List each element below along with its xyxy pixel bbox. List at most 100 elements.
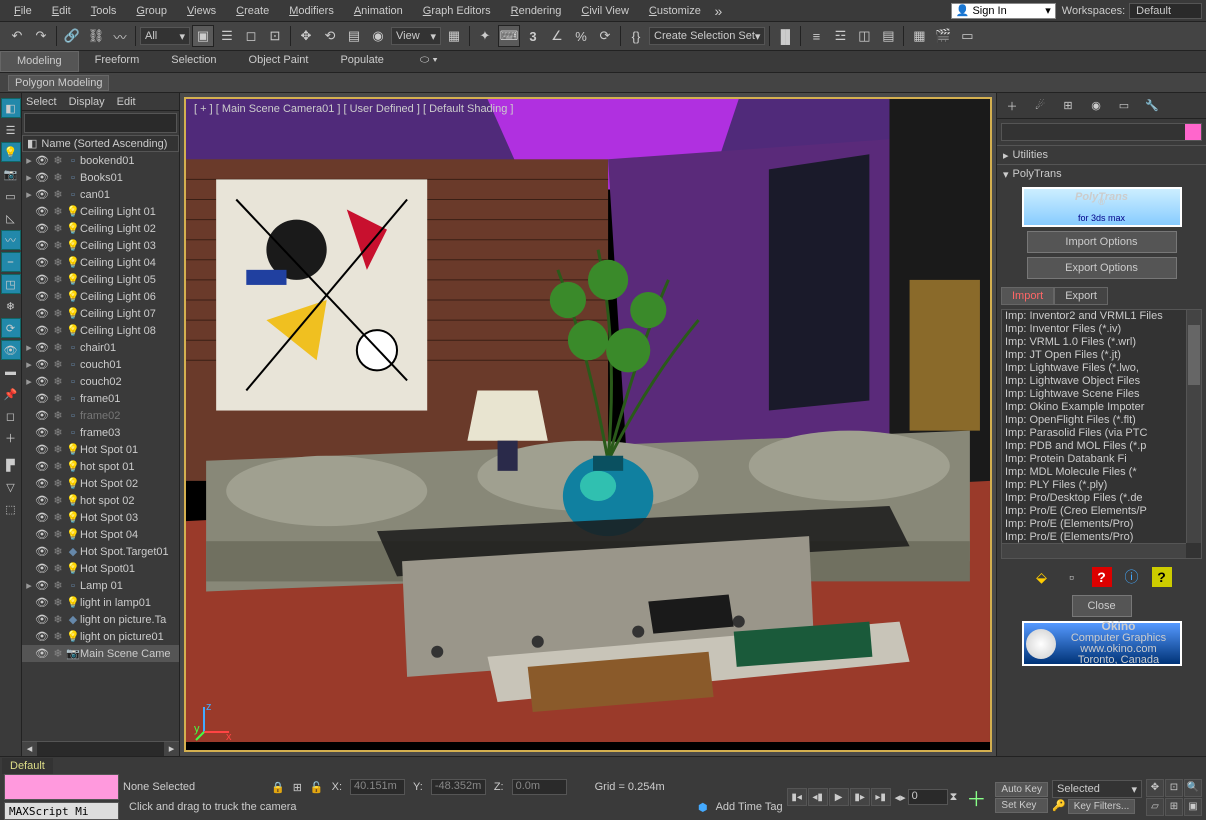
scene-item[interactable]: 👁❄💡Ceiling Light 06 xyxy=(22,288,179,305)
lock-icon[interactable]: ⬚ xyxy=(1,499,21,519)
scene-item[interactable]: 👁❄💡light on picture01 xyxy=(22,628,179,645)
menu-create[interactable]: Create xyxy=(226,3,279,19)
scene-item[interactable]: ▸👁❄▫bookend01 xyxy=(22,152,179,169)
goto-start-button[interactable]: ▮◂ xyxy=(787,788,807,806)
filter-icon[interactable]: ▽ xyxy=(1,477,21,497)
scene-item[interactable]: 👁❄💡Hot Spot 02 xyxy=(22,475,179,492)
isolate-icon[interactable]: ⊞ xyxy=(293,781,302,794)
ribbon-tab-freeform[interactable]: Freeform xyxy=(79,51,156,72)
setkey-button[interactable]: Set Key xyxy=(995,798,1048,813)
scene-item[interactable]: 👁❄💡Hot Spot 03 xyxy=(22,509,179,526)
window-crossing-button[interactable]: ⊡ xyxy=(264,25,286,47)
scene-item[interactable]: 👁❄▫frame03 xyxy=(22,424,179,441)
okino-banner[interactable]: OkinoComputer Graphicswww.okino.comToron… xyxy=(1022,621,1182,666)
sign-in-button[interactable]: 👤 Sign In ▾ xyxy=(951,3,1056,19)
manipulate-button[interactable]: ✦ xyxy=(474,25,496,47)
import-format-item[interactable]: Imp: VRML 1.0 Files (*.wrl) xyxy=(1002,336,1201,349)
export-options-button[interactable]: Export Options xyxy=(1027,257,1177,279)
key-filters-button[interactable]: Key Filters... xyxy=(1068,799,1136,814)
scene-item[interactable]: 👁❄💡Hot Spot 01 xyxy=(22,441,179,458)
import-format-item[interactable]: Imp: JT Open Files (*.jt) xyxy=(1002,349,1201,362)
color-swatch[interactable] xyxy=(1185,124,1201,140)
time-config-icon[interactable]: ⧗ xyxy=(950,791,958,804)
scene-item[interactable]: 👁❄💡Hot Spot 04 xyxy=(22,526,179,543)
pivot-center-button[interactable]: ▦ xyxy=(443,25,465,47)
menu-overflow-icon[interactable]: » xyxy=(711,3,726,19)
import-format-item[interactable]: Imp: Pro/E (Elements/Pro) xyxy=(1002,518,1201,531)
curves-button[interactable]: ◫ xyxy=(853,25,875,47)
scene-item[interactable]: 👁❄◆Hot Spot.Target01 xyxy=(22,543,179,560)
import-format-item[interactable]: Imp: Lightwave Object Files xyxy=(1002,375,1201,388)
scene-item[interactable]: ▸👁❄▫Lamp 01 xyxy=(22,577,179,594)
light-icon[interactable]: 💡 xyxy=(1,142,21,162)
menu-rendering[interactable]: Rendering xyxy=(501,3,572,19)
viewport-label[interactable]: [ + ] [ Main Scene Camera01 ] [ User Def… xyxy=(194,103,513,115)
scene-menu-display[interactable]: Display xyxy=(69,96,105,108)
z-coord-input[interactable]: 0.0m xyxy=(512,779,567,795)
scene-column-header[interactable]: ◧Name (Sorted Ascending) xyxy=(22,135,179,152)
zoom-extents-button[interactable]: ⊡ xyxy=(1165,779,1183,797)
key-filters-icon[interactable]: 🔑 xyxy=(1052,799,1066,814)
selection-filter-dropdown[interactable]: All▾ xyxy=(140,27,190,45)
refresh-icon[interactable]: ⟳ xyxy=(1,318,21,338)
ribbon-tab-object-paint[interactable]: Object Paint xyxy=(233,51,325,72)
rect-region-button[interactable]: ◻ xyxy=(240,25,262,47)
hide-cat-icon[interactable]: ◻ xyxy=(1,406,21,426)
set-key-big-button[interactable]: ＋ xyxy=(961,782,991,812)
key-selected-dropdown[interactable]: Selected▾ xyxy=(1052,780,1142,798)
import-format-item[interactable]: Imp: Inventor2 and VRML1 Files xyxy=(1002,310,1201,323)
next-frame-button[interactable]: ▮▸ xyxy=(850,788,870,806)
scene-item[interactable]: 👁❄💡hot spot 01 xyxy=(22,458,179,475)
scene-search-input[interactable] xyxy=(24,113,177,133)
scene-item[interactable]: 👁❄◆light on picture.Ta xyxy=(22,611,179,628)
snaps-toggle-button[interactable]: 3 xyxy=(522,25,544,47)
scene-item[interactable]: 👁❄💡Hot Spot01 xyxy=(22,560,179,577)
time-tag-icon[interactable]: ⬢ xyxy=(698,801,708,814)
edit-named-sel-button[interactable]: {} xyxy=(625,25,647,47)
select-by-name-button[interactable]: ☰ xyxy=(216,25,238,47)
import-format-item[interactable]: Imp: OpenFlight Files (*.flt) xyxy=(1002,414,1201,427)
scene-item[interactable]: 👁❄💡Ceiling Light 01 xyxy=(22,203,179,220)
pin-icon[interactable]: 📌 xyxy=(1,384,21,404)
section-polytrans[interactable]: ▾PolyTrans xyxy=(997,165,1206,183)
scene-item[interactable]: 👁❄💡Ceiling Light 07 xyxy=(22,305,179,322)
x-coord-input[interactable]: 40.151m xyxy=(350,779,405,795)
import-format-item[interactable]: Imp: Pro/E (Creo Elements/P xyxy=(1002,505,1201,518)
scene-menu-edit[interactable]: Edit xyxy=(117,96,136,108)
scene-item[interactable]: 👁❄▫frame01 xyxy=(22,390,179,407)
eye-icon[interactable]: 👁 xyxy=(1,340,21,360)
close-button[interactable]: Close xyxy=(1072,595,1132,617)
lock-selection-icon[interactable]: 🔒 xyxy=(271,781,285,794)
viewport[interactable]: [ + ] [ Main Scene Camera01 ] [ User Def… xyxy=(184,97,992,752)
keyboard-shortcut-button[interactable]: ⌨ xyxy=(498,25,520,47)
zoom-all-button[interactable]: ⊞ xyxy=(1165,798,1183,816)
import-format-item[interactable]: Imp: MDL Molecule Files (* xyxy=(1002,466,1201,479)
about-icon[interactable]: ? xyxy=(1152,567,1172,587)
max-toggle-button[interactable]: ▣ xyxy=(1184,798,1202,816)
scene-item[interactable]: 👁❄💡hot spot 02 xyxy=(22,492,179,509)
ribbon-tab-selection[interactable]: Selection xyxy=(155,51,232,72)
autokey-button[interactable]: Auto Key xyxy=(995,782,1048,797)
timeline-label[interactable]: Default xyxy=(2,758,53,774)
redo-button[interactable]: ↷ xyxy=(30,25,52,47)
zoom-button[interactable]: 🔍 xyxy=(1184,779,1202,797)
select-object-button[interactable]: ▣ xyxy=(192,25,214,47)
menu-graph-editors[interactable]: Graph Editors xyxy=(413,3,501,19)
info-icon[interactable]: ⓘ xyxy=(1122,567,1142,587)
layers-button[interactable]: ☲ xyxy=(829,25,851,47)
play-button[interactable]: ▶ xyxy=(829,788,849,806)
scene-item[interactable]: ▸👁❄▫couch02 xyxy=(22,373,179,390)
add-time-tag-button[interactable]: Add Time Tag xyxy=(716,801,783,813)
percent-snap-button[interactable]: % xyxy=(570,25,592,47)
scene-hscrollbar[interactable]: ◂▸ xyxy=(22,741,179,756)
pan-view-button[interactable]: ✥ xyxy=(1146,779,1164,797)
menu-file[interactable]: File xyxy=(4,3,42,19)
select-rotate-button[interactable]: ⟲ xyxy=(319,25,341,47)
track-color-swatch[interactable] xyxy=(4,774,119,800)
align-button[interactable]: ≡ xyxy=(805,25,827,47)
material-editor-button[interactable]: ▦ xyxy=(908,25,930,47)
scene-item[interactable]: 👁❄💡light in lamp01 xyxy=(22,594,179,611)
import-options-button[interactable]: Import Options xyxy=(1027,231,1177,253)
section-utilities[interactable]: ▸Utilities xyxy=(997,146,1206,164)
link-button[interactable]: 🔗 xyxy=(61,25,83,47)
